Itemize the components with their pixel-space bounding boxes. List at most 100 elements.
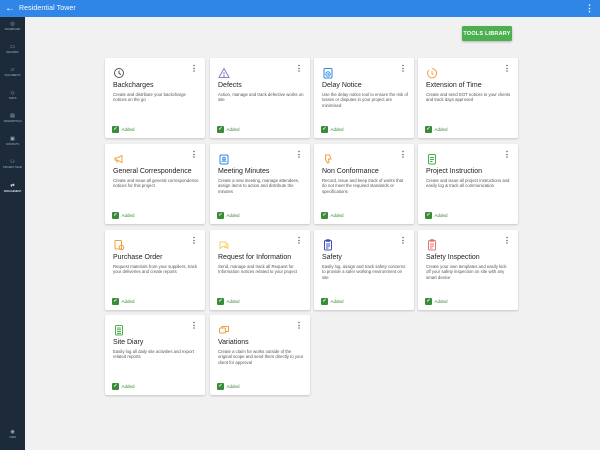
more-vert-icon[interactable]: ⋮ [295,322,303,330]
added-label: Added [121,299,135,304]
card-description: Record, issue and keep track of works th… [322,178,404,194]
sidebar-item-records[interactable]: ▭ RECORDS [0,44,25,62]
more-vert-icon[interactable]: ⋮ [190,151,198,159]
checkbox-checked-icon[interactable]: ✓ [217,383,224,390]
card-description: Create your own templates and easily kic… [426,264,507,280]
checkbox-checked-icon[interactable]: ✓ [112,126,119,133]
added-status[interactable]: ✓ Added [112,298,135,305]
more-vert-icon[interactable]: ⋮ [190,65,198,73]
contacts-icon: ▣ [10,136,15,142]
tool-card-delay-notice[interactable]: ⋮ Delay Notice Use the delay notice tool t… [314,58,414,138]
added-status[interactable]: ✓ Added [425,298,448,305]
added-status[interactable]: ✓ Added [112,126,135,133]
checkbox-checked-icon[interactable]: ✓ [425,298,432,305]
sidebar-item-user[interactable]: ◉ USER [0,429,25,447]
sidebar-item-dashboard[interactable]: ◎ DASHBOARD [0,21,25,39]
added-status[interactable]: ✓ Added [321,126,344,133]
checkbox-checked-icon[interactable]: ✓ [112,383,119,390]
sidebar-item-tasks[interactable]: ◇ TASKS [0,90,25,108]
more-vert-icon[interactable]: ⋮ [503,151,511,159]
checkbox-checked-icon[interactable]: ✓ [112,212,119,219]
checkbox-checked-icon[interactable]: ✓ [425,212,432,219]
sidebar-item-label: TRANSMITTALS [3,120,22,123]
arrow-left-icon[interactable]: ← [3,0,17,17]
safety-icon [322,238,334,251]
added-status[interactable]: ✓ Added [321,212,344,219]
more-vert-icon[interactable]: ⋮ [399,65,407,73]
tool-card-variations[interactable]: ⋮ Variations Create a claim for works outs… [210,315,310,395]
checkbox-checked-icon[interactable]: ✓ [321,298,328,305]
card-title: Variations [218,339,249,346]
added-status[interactable]: ✓ Added [321,298,344,305]
tools-library-button[interactable]: TOOLS LIBRARY [462,26,512,41]
added-status[interactable]: ✓ Added [217,212,240,219]
backcharge-icon [113,66,125,78]
tool-card-defects[interactable]: ⋮ Defects Action, manage and track defecti… [210,58,310,138]
added-label: Added [330,213,344,218]
added-label: Added [226,127,240,132]
added-label: Added [434,213,448,218]
card-description: Easily log all daily site activities and… [113,349,194,360]
more-vert-icon[interactable]: ⋮ [190,322,198,330]
tool-card-safety-inspection[interactable]: ⋮ Safety Inspection Create your own templa… [418,230,518,310]
tool-card-backcharges[interactable]: ⋮ Backcharges Create and distribute your b… [105,58,205,138]
added-label: Added [330,299,344,304]
sidebar-item-contacts[interactable]: ▣ CONTACTS [0,136,25,154]
card-description: Use the delay notice tool to ensure the … [322,92,408,108]
card-description: Create and issue all project instruction… [426,178,510,189]
tool-card-non-conformance[interactable]: ⋮ Non Conformance Record, issue and keep t… [314,144,414,224]
more-vert-icon[interactable]: ⋮ [503,65,511,73]
added-status[interactable]: ✓ Added [112,383,135,390]
card-title: Safety Inspection [426,254,480,261]
inspection-icon [426,238,438,251]
chat-icon [218,238,230,250]
card-title: Delay Notice [322,82,362,89]
added-status[interactable]: ✓ Added [217,298,240,305]
tool-card-purchase-order[interactable]: ⋮ Purchase Order Request materials from yo… [105,230,205,310]
tool-card-site-diary[interactable]: ⋮ Site Diary Easily log all daily site act… [105,315,205,395]
sidebar-item-label: CONTACTS [5,143,20,146]
added-label: Added [121,213,135,218]
folder-icon: ▭ [10,44,15,50]
more-vert-icon[interactable]: ⋮ [585,0,594,17]
tool-card-general-correspondence[interactable]: ⋮ General Correspondence Create and issue … [105,144,205,224]
more-vert-icon[interactable]: ⋮ [295,65,303,73]
more-vert-icon[interactable]: ⋮ [399,151,407,159]
sidebar-item-documents[interactable]: ▱ DOCUMENTS [0,67,25,85]
tool-card-safety[interactable]: ⋮ Safety Easily log, assign and track safe… [314,230,414,310]
management-icon: ⇄ [10,183,15,189]
card-title: Purchase Order [113,254,163,261]
checkbox-checked-icon[interactable]: ✓ [217,212,224,219]
purchase-icon [113,238,125,251]
added-label: Added [226,384,240,389]
tool-card-extension-of-time[interactable]: ⋮ Extension of Time Create and send EOT no… [418,58,518,138]
added-status[interactable]: ✓ Added [112,212,135,219]
checkbox-checked-icon[interactable]: ✓ [217,126,224,133]
checkbox-checked-icon[interactable]: ✓ [217,298,224,305]
checkbox-checked-icon[interactable]: ✓ [321,126,328,133]
added-label: Added [121,127,135,132]
added-status[interactable]: ✓ Added [425,212,448,219]
card-title: Safety [322,254,342,261]
more-vert-icon[interactable]: ⋮ [503,237,511,245]
more-vert-icon[interactable]: ⋮ [399,237,407,245]
checkbox-checked-icon[interactable]: ✓ [425,126,432,133]
tool-card-meeting-minutes[interactable]: ⋮ Meeting Minutes Create a new meeting, ma… [210,144,310,224]
sidebar: ◎ DASHBOARD ▭ RECORDS ▱ DOCUMENTS ◇ TASKS ▤ TRANS… [0,17,25,450]
checkbox-checked-icon[interactable]: ✓ [321,212,328,219]
sidebar-item-project-team[interactable]: ⚇ PROJECT TEAM [0,159,25,177]
added-label: Added [121,384,135,389]
added-status[interactable]: ✓ Added [217,126,240,133]
dashboard-icon: ◎ [10,21,15,27]
added-label: Added [434,299,448,304]
tool-card-project-instruction[interactable]: ⋮ Project Instruction Create and issue all… [418,144,518,224]
more-vert-icon[interactable]: ⋮ [295,237,303,245]
sidebar-item-management[interactable]: ⇄ MANAGEMENT [0,183,25,201]
tool-card-request-for-information[interactable]: ⋮ Request for Information Send, manage and… [210,230,310,310]
sidebar-item-transmittals[interactable]: ▤ TRANSMITTALS [0,113,25,131]
added-status[interactable]: ✓ Added [217,383,240,390]
more-vert-icon[interactable]: ⋮ [190,237,198,245]
more-vert-icon[interactable]: ⋮ [295,151,303,159]
added-status[interactable]: ✓ Added [425,126,448,133]
checkbox-checked-icon[interactable]: ✓ [112,298,119,305]
